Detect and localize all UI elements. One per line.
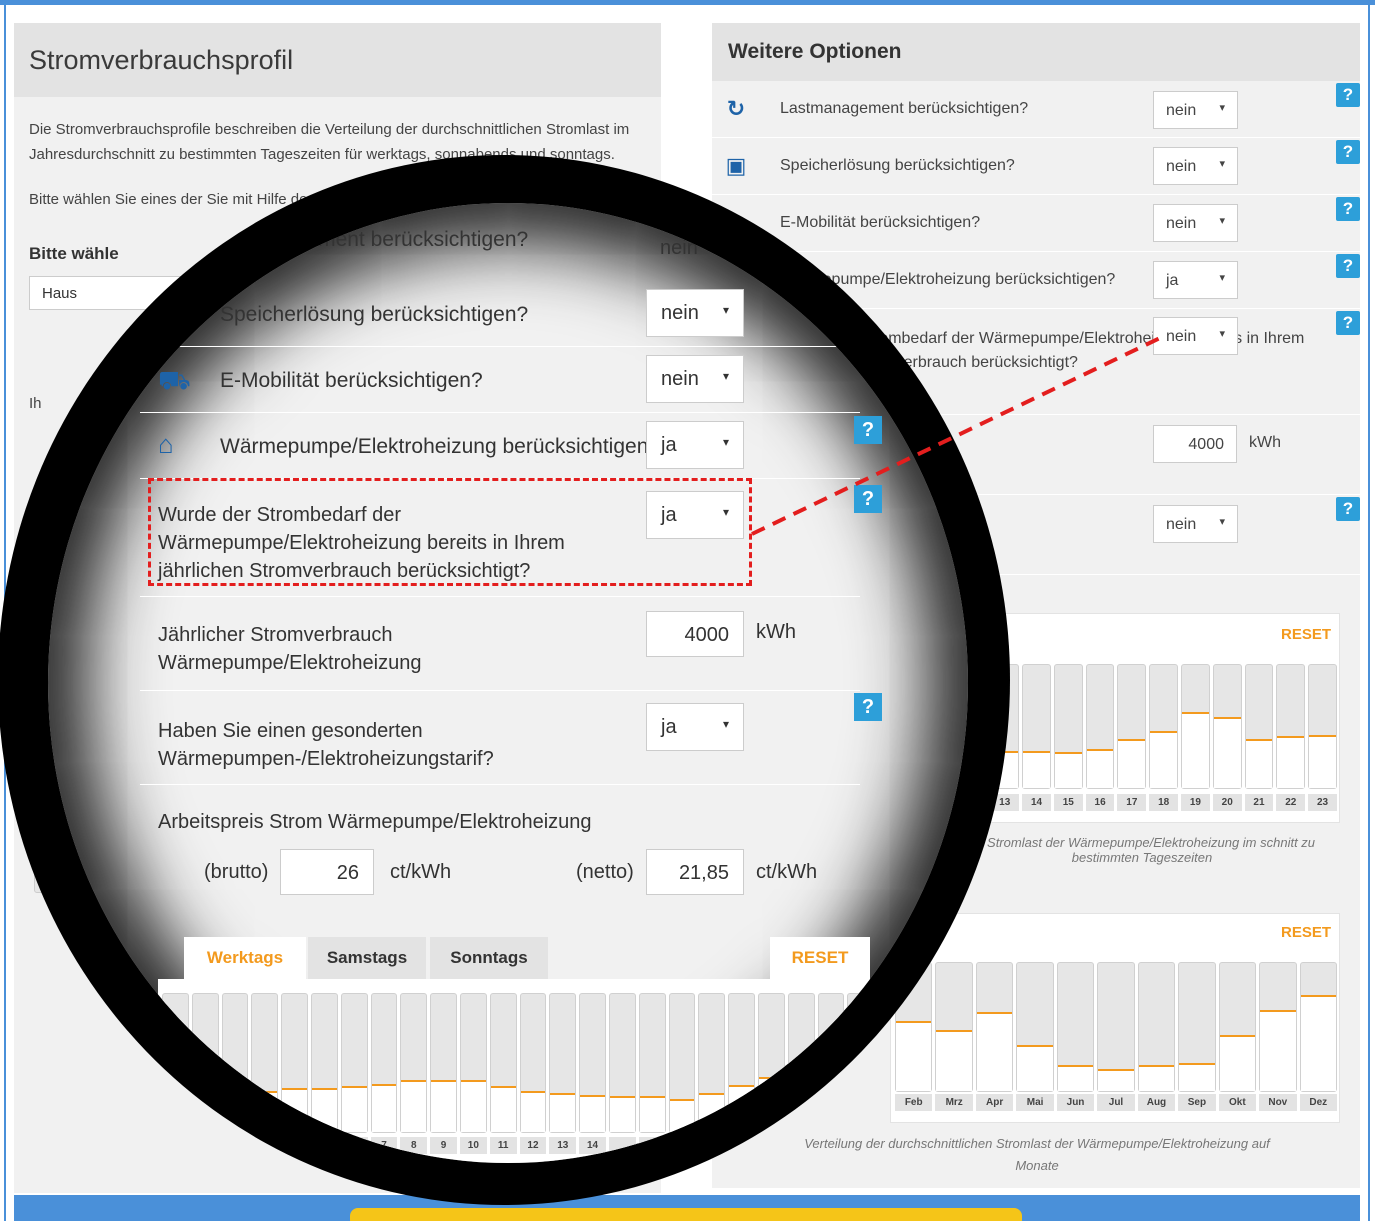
connector-line [751,336,1161,536]
